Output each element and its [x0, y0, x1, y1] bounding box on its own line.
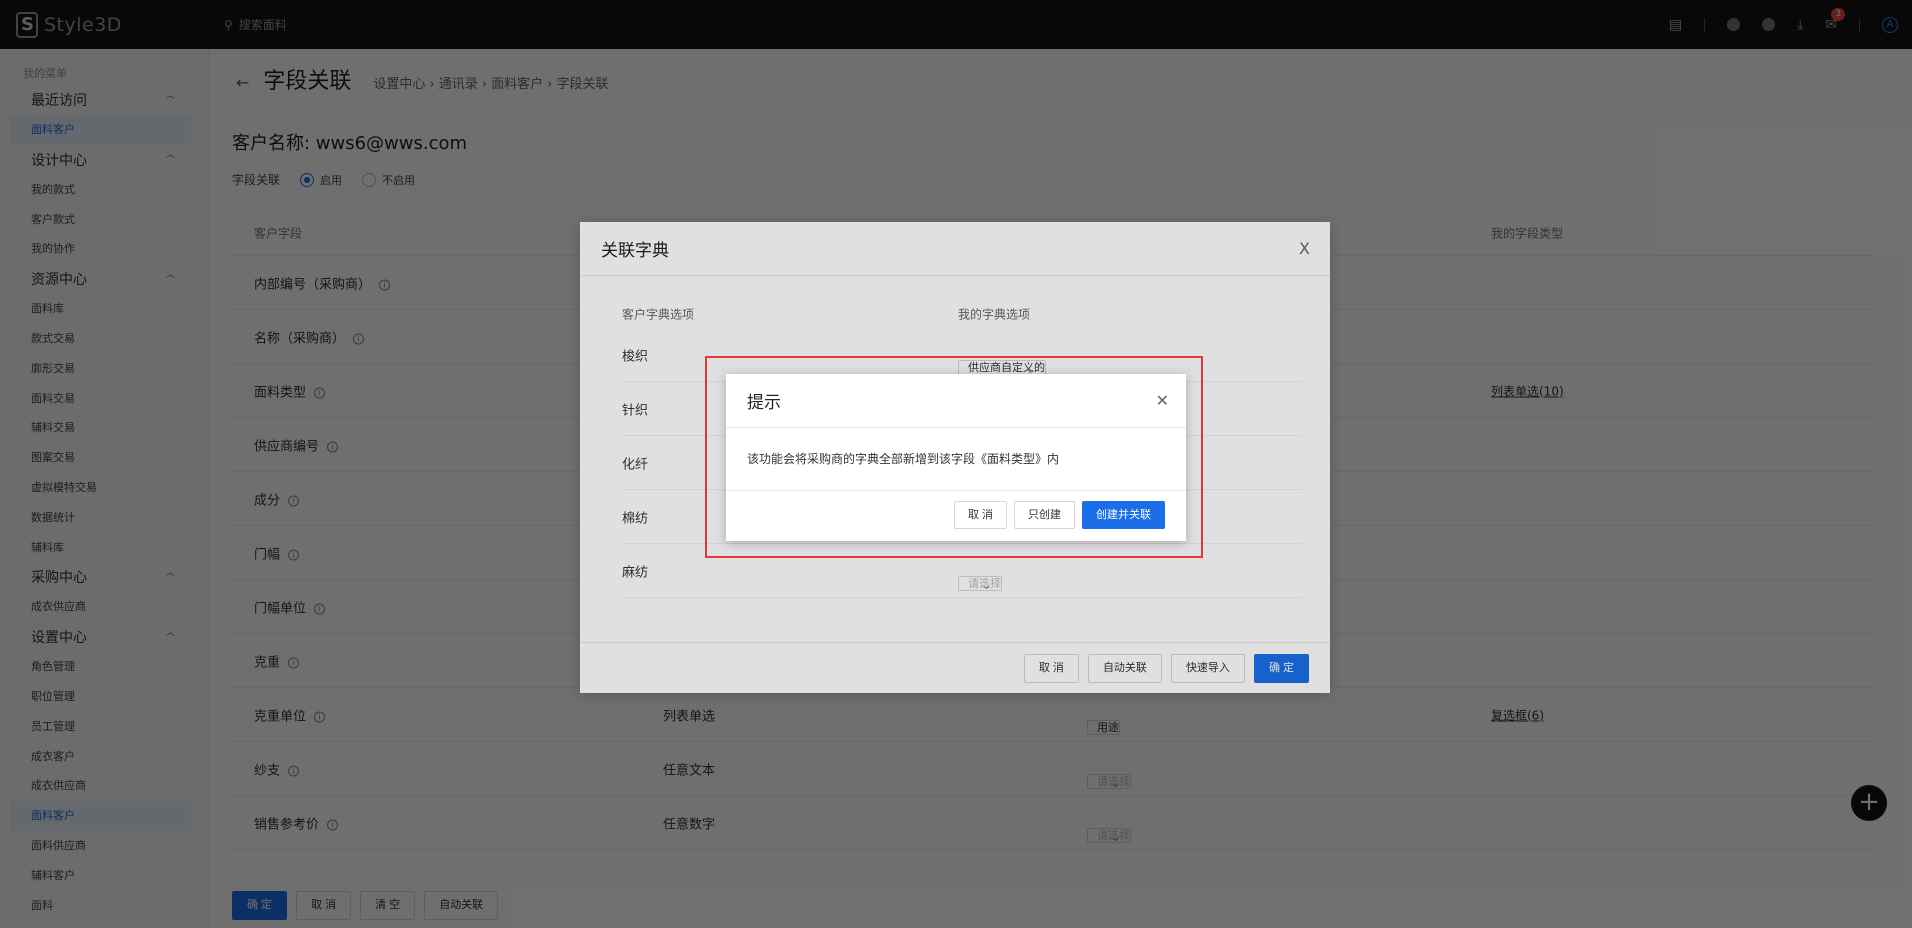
highlight-box [705, 356, 1203, 558]
